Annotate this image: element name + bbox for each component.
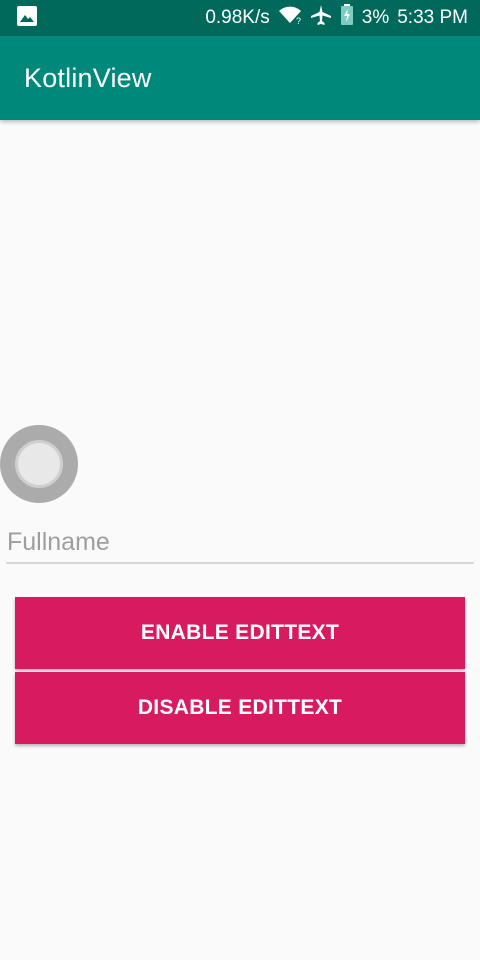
svg-text:?: ? [296,16,301,25]
network-speed: 0.98K/s [205,7,270,28]
battery-charging-icon [340,4,354,32]
main-content: ENABLE EDITTEXT DISABLE EDITTEXT [0,120,480,960]
enable-edittext-button[interactable]: ENABLE EDITTEXT [15,597,465,669]
wifi-icon: ? [278,5,302,31]
app-bar: KotlinView [0,36,480,120]
image-icon [16,5,38,32]
fullname-field[interactable] [6,522,474,564]
clock: 5:33 PM [397,7,468,28]
disable-edittext-button[interactable]: DISABLE EDITTEXT [15,672,465,744]
app-title: KotlinView [24,62,152,93]
progress-ring-center [15,440,63,488]
progress-ring [0,425,78,503]
status-bar: 0.98K/s ? 3% 5:33 PM [0,0,480,36]
battery-percent: 3% [361,7,390,28]
airplane-icon [310,4,332,32]
